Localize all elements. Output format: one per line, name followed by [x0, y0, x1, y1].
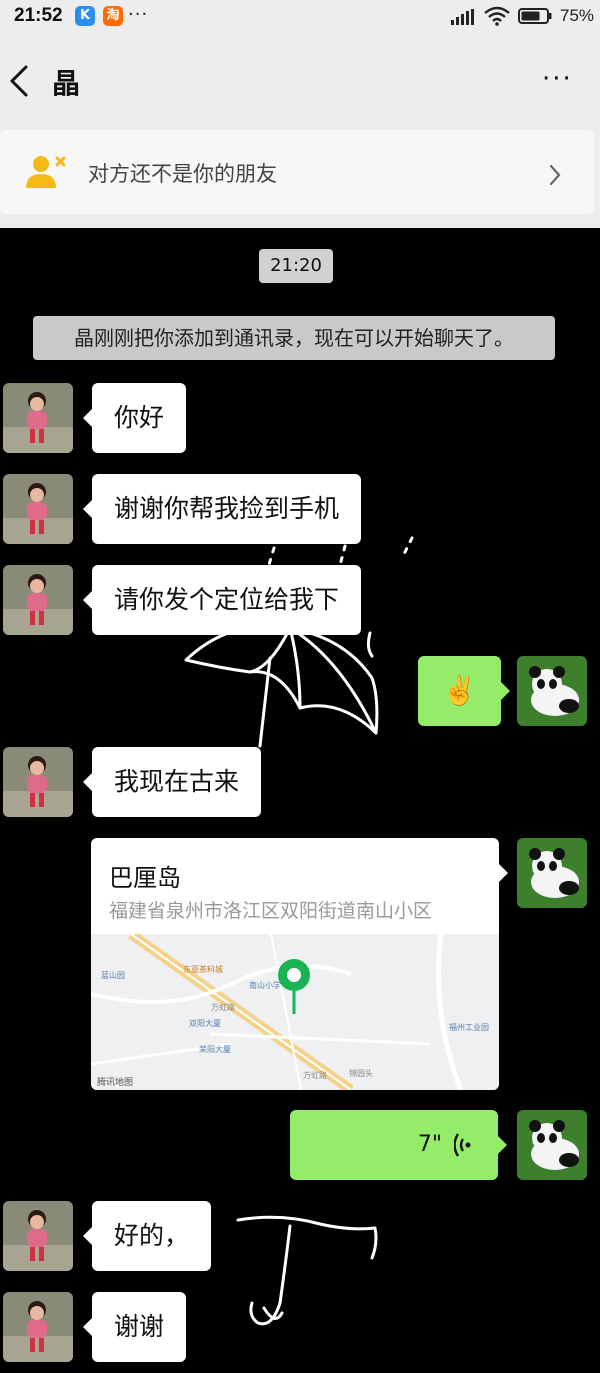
message-bubble[interactable]: 谢谢 [82, 1292, 187, 1362]
chat-area[interactable]: 21:20 晶刚刚把你添加到通讯录，现在可以开始聊天了。 你好 谢谢你帮我捡到手… [0, 228, 600, 1373]
contact-avatar[interactable] [3, 747, 73, 817]
signal-icon [451, 9, 474, 25]
location-card[interactable]: 巴厘岛 福建省泉州市洛江区双阳街道南山小区 蓝山园 东亚茶料城 南山小学 万虹路… [91, 838, 499, 1090]
voice-message-bubble[interactable]: 7" [290, 1110, 507, 1180]
chevron-right-icon [549, 164, 561, 186]
location-title: 巴厘岛 [109, 864, 181, 892]
message-bubble[interactable]: 你好 [82, 383, 187, 453]
battery-icon [518, 8, 552, 24]
map-label: 福州工业园 [449, 1023, 489, 1032]
location-card-tail [499, 864, 508, 882]
voice-duration: 7" [417, 1132, 442, 1157]
my-avatar[interactable] [517, 1110, 587, 1180]
umbrella-wallpaper [184, 536, 414, 1326]
status-overflow: ··· [128, 4, 149, 25]
contact-avatar[interactable] [3, 565, 73, 635]
taobao-icon: 淘 [103, 6, 123, 26]
location-address: 福建省泉州市洛江区双阳街道南山小区 [109, 900, 433, 922]
voice-wave-icon [454, 1133, 471, 1157]
message-bubble[interactable]: 好的， [82, 1201, 212, 1271]
battery-percent: 75% [560, 6, 595, 25]
not-friend-notice[interactable]: 对方还不是你的朋友 [0, 130, 594, 214]
map-label: 双阳大厦 [189, 1019, 221, 1028]
message-bubble-emoji[interactable]: ✌️ [418, 656, 510, 726]
notice-area: 对方还不是你的朋友 [0, 124, 600, 228]
my-avatar[interactable] [517, 656, 587, 726]
my-avatar[interactable] [517, 838, 587, 908]
map-label: 荣阳大厦 [199, 1045, 231, 1054]
map-label: 万虹路 [303, 1071, 327, 1080]
back-arrow-icon[interactable] [6, 64, 32, 98]
message-bubble[interactable]: 我现在古来 [82, 747, 262, 817]
not-friend-text: 对方还不是你的朋友 [88, 162, 277, 186]
message-bubble[interactable]: 请你发个定位给我下 [82, 565, 362, 635]
chat-timestamp: 21:20 [259, 249, 333, 283]
map-label: 南山小学 [249, 981, 281, 990]
contact-avatar[interactable] [3, 1292, 73, 1362]
status-time: 21:52 [14, 5, 63, 26]
contact-avatar[interactable] [3, 383, 73, 453]
chat-title: 晶 [52, 67, 81, 100]
chat-header: 晶 ··· [0, 36, 600, 124]
map-label: 万虹路 [211, 1003, 235, 1012]
location-map: 蓝山园 东亚茶料城 南山小学 万虹路 双阳大厦 荣阳大厦 万虹路 锦园头 福州工… [91, 934, 499, 1090]
message-bubble[interactable]: 谢谢你帮我捡到手机 [82, 474, 362, 544]
map-label: 东亚茶料城 [183, 965, 223, 974]
kugou-icon: K [75, 6, 95, 26]
contact-avatar[interactable] [3, 1201, 73, 1271]
more-options-icon[interactable]: ··· [542, 66, 573, 92]
status-bar: 21:52 K 淘 ··· 75% [0, 0, 600, 36]
add-friend-icon [26, 156, 66, 188]
contact-avatar[interactable] [3, 474, 73, 544]
map-label: 蓝山园 [101, 971, 125, 980]
wifi-icon [484, 6, 510, 26]
map-credit: 腾讯地图 [97, 1078, 134, 1088]
system-message: 晶刚刚把你添加到通讯录，现在可以开始聊天了。 [33, 316, 555, 360]
map-label: 锦园头 [349, 1069, 373, 1078]
